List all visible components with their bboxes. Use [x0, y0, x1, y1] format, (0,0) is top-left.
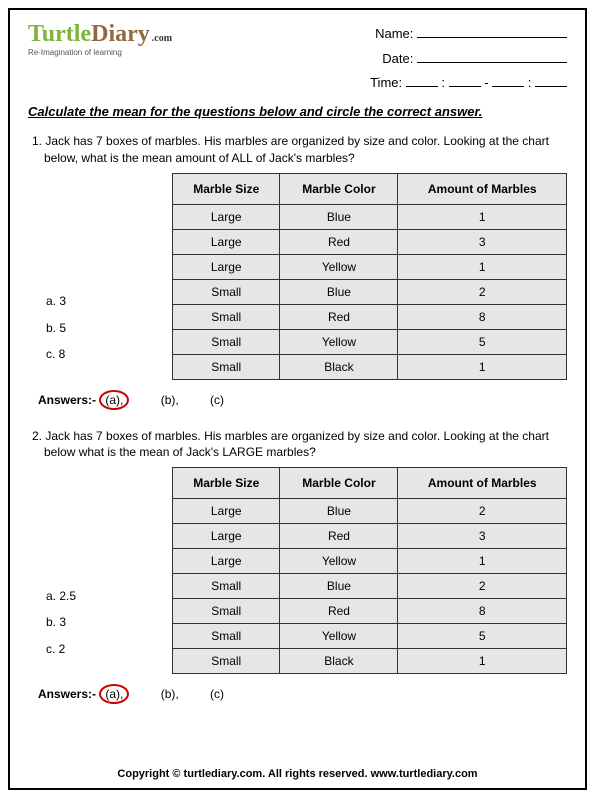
q2-answer-b[interactable]: (b), — [161, 687, 179, 701]
q1-answers: Answers:- (a), (b), (c) — [38, 390, 567, 410]
q1-answer-a[interactable]: (a), — [99, 390, 129, 410]
logo-text: TurtleDiary.com — [28, 22, 183, 46]
table-row: LargeBlue2 — [173, 499, 567, 524]
q2-choice-a[interactable]: a. 2.5 — [46, 583, 138, 609]
table-row: LargeYellow1 — [173, 254, 567, 279]
tagline: Re-Imagination of learning — [28, 48, 183, 57]
footer: Copyright © turtlediary.com. All rights … — [10, 768, 585, 780]
q1-choices: a. 3 b. 5 c. 8 — [28, 288, 138, 379]
q2-choices: a. 2.5 b. 3 c. 2 — [28, 583, 138, 674]
table-row: LargeYellow1 — [173, 549, 567, 574]
q2-answer-c[interactable]: (c) — [210, 687, 224, 701]
time-m1[interactable] — [449, 75, 481, 87]
name-label: Name: — [375, 26, 413, 41]
q2-text: 2. Jack has 7 boxes of marbles. His marb… — [40, 428, 567, 462]
name-input[interactable] — [417, 26, 567, 38]
q1-choice-a[interactable]: a. 3 — [46, 288, 138, 314]
table-row: SmallRed8 — [173, 599, 567, 624]
time-h1[interactable] — [406, 75, 438, 87]
table-row: SmallBlue2 — [173, 574, 567, 599]
q1-choice-c[interactable]: c. 8 — [46, 341, 138, 367]
q2-answer-a[interactable]: (a), — [99, 684, 129, 704]
q1-answer-b[interactable]: (b), — [161, 393, 179, 407]
header: TurtleDiary.com Re-Imagination of learni… — [28, 22, 567, 96]
q1-answer-c[interactable]: (c) — [210, 393, 224, 407]
logo: TurtleDiary.com Re-Imagination of learni… — [28, 22, 183, 57]
table-row: LargeRed3 — [173, 524, 567, 549]
date-label: Date: — [382, 51, 413, 66]
table-row: LargeBlue1 — [173, 204, 567, 229]
q2-choice-b[interactable]: b. 3 — [46, 609, 138, 635]
table-row: SmallBlack1 — [173, 354, 567, 379]
table-row: SmallBlack1 — [173, 649, 567, 674]
date-input[interactable] — [417, 51, 567, 63]
table-row: SmallYellow5 — [173, 624, 567, 649]
table-row: SmallYellow5 — [173, 329, 567, 354]
q2-table: Marble SizeMarble ColorAmount of Marbles… — [172, 467, 567, 674]
time-label: Time: — [370, 75, 402, 90]
q1-table: Marble SizeMarble ColorAmount of Marbles… — [172, 173, 567, 380]
table-row: LargeRed3 — [173, 229, 567, 254]
q1-choice-b[interactable]: b. 5 — [46, 315, 138, 341]
q2-choice-c[interactable]: c. 2 — [46, 636, 138, 662]
q1-text: 1. Jack has 7 boxes of marbles. His marb… — [40, 133, 567, 167]
form-fields: Name: Date: Time: : - : — [370, 22, 567, 96]
instruction: Calculate the mean for the questions bel… — [28, 104, 567, 119]
table-row: SmallBlue2 — [173, 279, 567, 304]
q2-answers: Answers:- (a), (b), (c) — [38, 684, 567, 704]
time-m2[interactable] — [535, 75, 567, 87]
table-row: SmallRed8 — [173, 304, 567, 329]
time-h2[interactable] — [492, 75, 524, 87]
